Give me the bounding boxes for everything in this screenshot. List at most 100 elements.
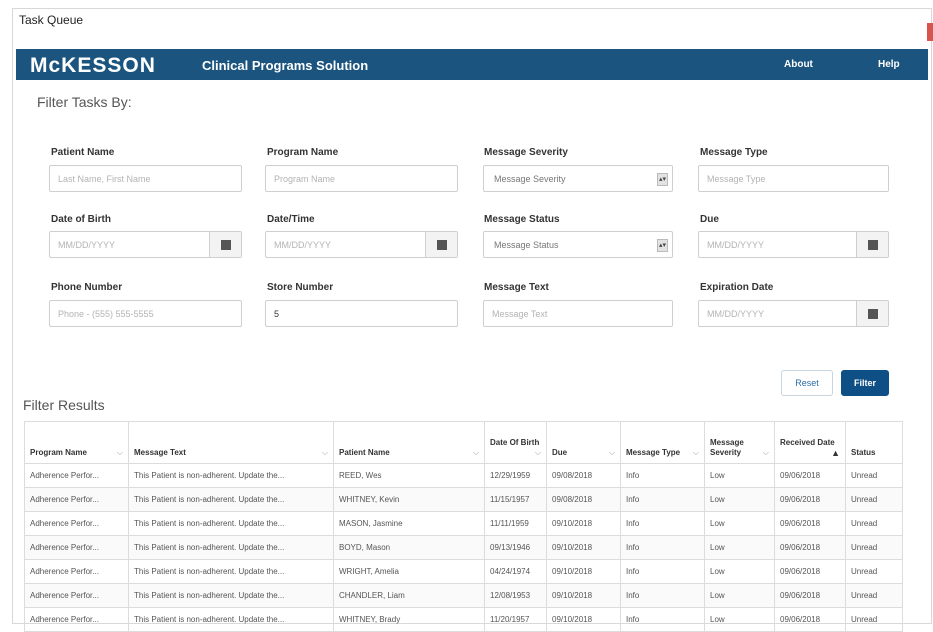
program-name-cell: Adherence Perfor... <box>24 487 129 512</box>
message-type-input[interactable] <box>699 166 888 191</box>
filter-icon[interactable]: ⌵ <box>535 448 541 458</box>
table-row[interactable]: Adherence Perfor... This Patient is non-a… <box>24 607 903 632</box>
message-type-cell: Info <box>620 487 705 512</box>
date-of-birth-cell: 11/15/1957 <box>484 487 547 512</box>
date-of-birth-cell: 12/08/1953 <box>484 583 547 608</box>
date-of-birth-cell: 12/29/1959 <box>484 463 547 488</box>
filter-icon[interactable]: ⌵ <box>322 448 328 458</box>
message-severity-select[interactable]: Message Severity ▴▾ <box>483 165 673 192</box>
date-of-birth-cell: 09/13/1946 <box>484 535 547 560</box>
column-header-patient-name[interactable]: Patient Name ⌵ <box>333 421 485 464</box>
filter-heading: Filter Tasks By: <box>37 94 132 110</box>
message-text-input[interactable] <box>484 301 672 326</box>
expiration-date-input[interactable] <box>699 301 857 326</box>
filter-icon[interactable]: ⌵ <box>763 448 769 458</box>
message-type-label: Message Type <box>700 147 768 158</box>
message-text-cell: This Patient is non-adherent. Update the… <box>128 511 334 536</box>
message-text-label: Message Text <box>484 282 549 293</box>
date-time-input[interactable] <box>266 232 426 257</box>
patient-name-input[interactable] <box>50 166 241 191</box>
store-number-field <box>265 300 458 327</box>
due-label: Due <box>700 214 719 225</box>
date-of-birth-label: Date of Birth <box>51 214 111 225</box>
close-icon[interactable] <box>927 23 933 41</box>
calendar-icon[interactable] <box>209 232 241 257</box>
phone-number-label: Phone Number <box>51 282 123 293</box>
patient-name-cell: MASON, Jasmine <box>333 511 485 536</box>
table-header-row: Program Name ⌵ Message Text ⌵ Patient Na… <box>24 421 903 464</box>
message-type-cell: Info <box>620 463 705 488</box>
filter-icon[interactable]: ⌵ <box>117 448 123 458</box>
received-date-cell: 09/06/2018 <box>774 463 846 488</box>
phone-number-input[interactable] <box>50 301 241 326</box>
column-header-due[interactable]: Due ⌵ <box>546 421 621 464</box>
phone-number-field <box>49 300 242 327</box>
message-text-cell: This Patient is non-adherent. Update the… <box>128 535 334 560</box>
due-input[interactable] <box>699 232 857 257</box>
column-header-message-type[interactable]: Message Type ⌵ <box>620 421 705 464</box>
program-name-cell: Adherence Perfor... <box>24 559 129 584</box>
filter-icon[interactable]: ⌵ <box>473 448 479 458</box>
calendar-icon[interactable] <box>425 232 457 257</box>
table-row[interactable]: Adherence Perfor... This Patient is non-a… <box>24 511 903 536</box>
message-type-cell: Info <box>620 559 705 584</box>
expiration-date-label: Expiration Date <box>700 282 774 293</box>
nav-help-link[interactable]: Help <box>878 59 900 70</box>
window-title: Task Queue <box>19 13 84 27</box>
message-status-select[interactable]: Message Status ▴▾ <box>483 231 673 258</box>
received-date-cell: 09/06/2018 <box>774 535 846 560</box>
due-cell: 09/10/2018 <box>546 535 621 560</box>
column-header-status[interactable]: Status <box>845 421 903 464</box>
message-text-cell: This Patient is non-adherent. Update the… <box>128 463 334 488</box>
column-header-received-date[interactable]: Received Date ▲ <box>774 421 846 464</box>
calendar-icon[interactable] <box>856 232 888 257</box>
store-number-label: Store Number <box>267 282 334 293</box>
due-field <box>698 231 889 258</box>
column-header-message-text[interactable]: Message Text ⌵ <box>128 421 334 464</box>
status-cell: Unread <box>845 487 903 512</box>
message-type-cell: Info <box>620 511 705 536</box>
sort-ascending-icon[interactable]: ▲ <box>831 448 840 458</box>
calendar-icon[interactable] <box>856 301 888 326</box>
program-name-field <box>265 165 458 192</box>
message-status-value: Message Status <box>494 240 559 250</box>
due-cell: 09/10/2018 <box>546 607 621 632</box>
expiration-date-field <box>698 300 889 327</box>
table-row[interactable]: Adherence Perfor... This Patient is non-a… <box>24 487 903 512</box>
program-name-cell: Adherence Perfor... <box>24 607 129 632</box>
status-cell: Unread <box>845 535 903 560</box>
patient-name-cell: CHANDLER, Liam <box>333 583 485 608</box>
store-number-input[interactable] <box>266 301 457 326</box>
filter-icon[interactable]: ⌵ <box>693 448 699 458</box>
table-row[interactable]: Adherence Perfor... This Patient is non-a… <box>24 583 903 608</box>
date-of-birth-cell: 04/24/1974 <box>484 559 547 584</box>
received-date-cell: 09/06/2018 <box>774 607 846 632</box>
program-name-cell: Adherence Perfor... <box>24 511 129 536</box>
date-of-birth-cell: 11/20/1957 <box>484 607 547 632</box>
status-cell: Unread <box>845 463 903 488</box>
status-cell: Unread <box>845 583 903 608</box>
status-cell: Unread <box>845 607 903 632</box>
app-header: McKESSON Clinical Programs Solution Abou… <box>16 49 928 80</box>
table-row[interactable]: Adherence Perfor... This Patient is non-a… <box>24 463 903 488</box>
reset-button[interactable]: Reset <box>781 370 833 396</box>
column-header-program-name[interactable]: Program Name ⌵ <box>24 421 129 464</box>
app-subtitle: Clinical Programs Solution <box>202 58 369 73</box>
filter-button[interactable]: Filter <box>841 370 889 396</box>
table-row[interactable]: Adherence Perfor... This Patient is non-a… <box>24 559 903 584</box>
program-name-input[interactable] <box>266 166 457 191</box>
date-of-birth-field <box>49 231 242 258</box>
message-severity-cell: Low <box>704 511 775 536</box>
message-status-label: Message Status <box>484 214 560 225</box>
program-name-cell: Adherence Perfor... <box>24 463 129 488</box>
date-of-birth-input[interactable] <box>50 232 210 257</box>
column-header-message-severity[interactable]: Message Severity ⌵ <box>704 421 775 464</box>
message-severity-cell: Low <box>704 463 775 488</box>
filter-icon[interactable]: ⌵ <box>609 448 615 458</box>
table-row[interactable]: Adherence Perfor... This Patient is non-a… <box>24 535 903 560</box>
nav-about-link[interactable]: About <box>784 59 813 70</box>
message-text-cell: This Patient is non-adherent. Update the… <box>128 487 334 512</box>
message-type-field <box>698 165 889 192</box>
column-header-date-of-birth[interactable]: Date Of Birth ⌵ <box>484 421 547 464</box>
date-time-label: Date/Time <box>267 214 315 225</box>
